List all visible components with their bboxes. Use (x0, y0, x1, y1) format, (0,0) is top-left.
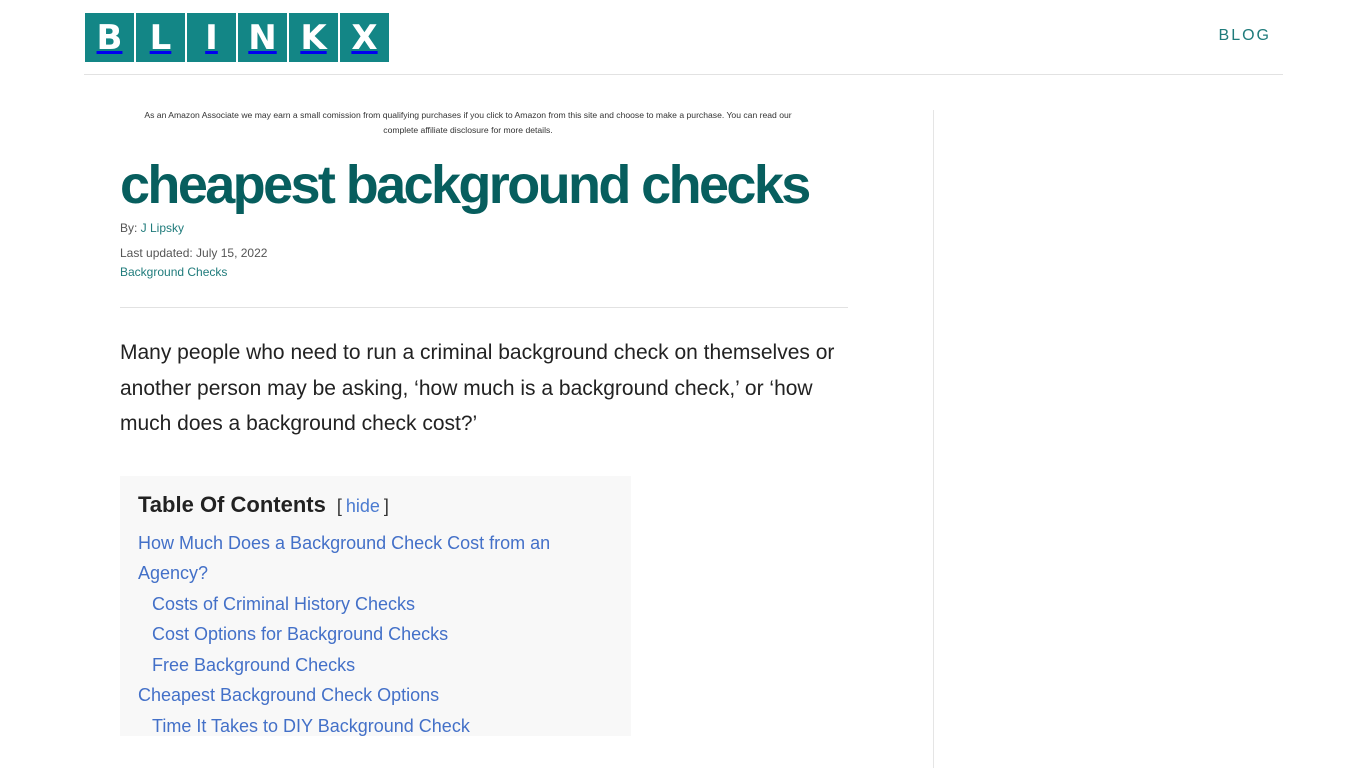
logo-letter: L (136, 13, 185, 62)
bracket-close: ] (383, 495, 389, 516)
author-prefix: By: (120, 221, 141, 235)
toc-link[interactable]: How Much Does a Background Check Cost fr… (138, 533, 550, 584)
logo-letter: X (340, 13, 389, 62)
article-meta: By: J Lipsky Last updated: July 15, 2022… (120, 221, 848, 279)
toc-title: Table Of Contents (138, 491, 326, 517)
last-updated: Last updated: July 15, 2022 (120, 246, 268, 260)
blinkx-logo[interactable]: B L I N K X (85, 13, 389, 62)
toc-item: Free Background Checks (138, 650, 613, 681)
logo-letter: I (187, 13, 236, 62)
toc-link[interactable]: Cheapest Background Check Options (138, 685, 439, 705)
toc-item: How Much Does a Background Check Cost fr… (138, 528, 613, 589)
toc-link[interactable]: Cost Options for Background Checks (152, 624, 448, 644)
bracket-open: [ (336, 495, 342, 516)
toc-item: Costs of Criminal History Checks (138, 589, 613, 620)
toc-item: Cost Options for Background Checks (138, 619, 613, 650)
page-title: cheapest background checks (120, 155, 811, 215)
toc-list: How Much Does a Background Check Cost fr… (138, 528, 613, 742)
toc-link[interactable]: Time It Takes to DIY Background Check (152, 716, 470, 736)
nav-blog-link[interactable]: BLOG (1219, 27, 1271, 45)
logo-letter: N (238, 13, 287, 62)
table-of-contents: Table Of Contents [hide] How Much Does a… (120, 475, 631, 736)
toc-toggle: [hide] (337, 496, 389, 517)
meta-divider (120, 307, 848, 308)
byline: By: J Lipsky (120, 221, 848, 235)
site-header: B L I N K X BLOG (84, 0, 1283, 75)
category-link[interactable]: Background Checks (120, 265, 227, 279)
intro-paragraph: Many people who need to run a criminal b… (120, 341, 835, 435)
toc-link[interactable]: Free Background Checks (152, 655, 355, 675)
toc-item: Time It Takes to DIY Background Check (138, 711, 613, 742)
toc-item: Cheapest Background Check Options (138, 680, 613, 711)
logo-letter: B (85, 13, 134, 62)
author-link[interactable]: J Lipsky (141, 221, 184, 235)
logo-letter: K (289, 13, 338, 62)
affiliate-disclosure: As an Amazon Associate we may earn a sma… (144, 110, 792, 135)
toc-link[interactable]: Costs of Criminal History Checks (152, 594, 415, 614)
article: As an Amazon Associate we may earn a sma… (120, 108, 848, 736)
toc-hide-link[interactable]: hide (346, 496, 380, 516)
sidebar-divider (933, 110, 934, 768)
